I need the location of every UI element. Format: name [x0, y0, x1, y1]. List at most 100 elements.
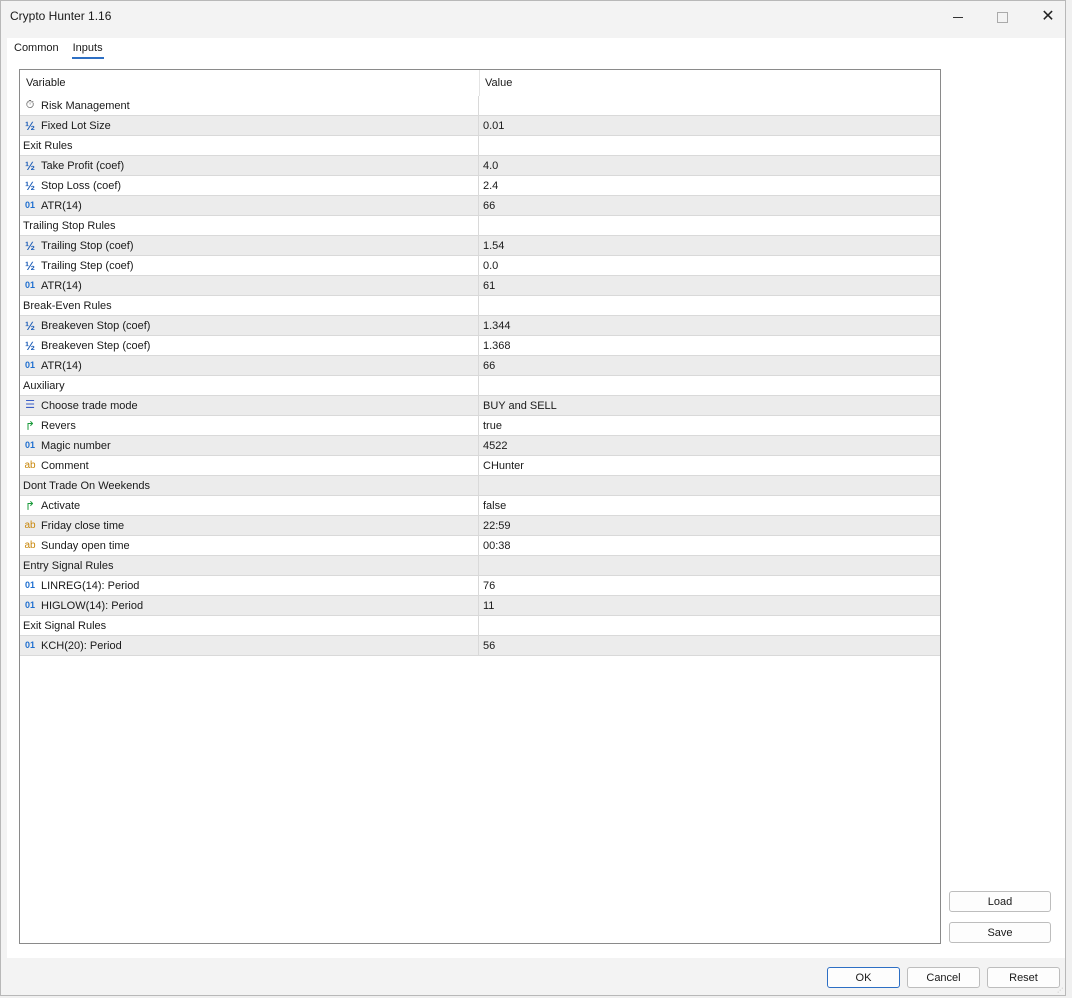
table-row[interactable]: ab Sunday open time 00:38	[20, 536, 940, 556]
value-cell[interactable]: false	[483, 496, 506, 515]
value-cell[interactable]: true	[483, 416, 502, 435]
save-button[interactable]: Save	[949, 922, 1051, 943]
tab-common[interactable]: Common	[13, 41, 60, 59]
variable-cell[interactable]: ↱ Activate	[20, 496, 479, 515]
fraction-icon: ½	[24, 178, 35, 193]
variable-cell[interactable]: ↱ Revers	[20, 416, 479, 435]
variable-cell[interactable]: ½ Stop Loss (coef)	[20, 176, 479, 195]
maximize-button[interactable]	[979, 1, 1025, 33]
table-row[interactable]: ☰ Choose trade mode BUY and SELL	[20, 396, 940, 416]
table-row[interactable]: 01 Magic number 4522	[20, 436, 940, 456]
table-row[interactable]: ½ Trailing Stop (coef) 1.54	[20, 236, 940, 256]
variable-cell[interactable]: Entry Signal Rules	[20, 556, 479, 575]
value-cell[interactable]: 4.0	[483, 156, 498, 175]
value-cell[interactable]: CHunter	[483, 456, 524, 475]
variable-cell[interactable]: ½ Breakeven Step (coef)	[20, 336, 479, 355]
bool-icon: ↱	[24, 418, 36, 433]
column-header-value[interactable]: Value	[485, 77, 512, 89]
table-row[interactable]: 01 ATR(14) 66	[20, 196, 940, 216]
reset-button[interactable]: Reset	[987, 967, 1060, 988]
table-row[interactable]: ⏱ Risk Management	[20, 96, 940, 116]
column-header-variable[interactable]: Variable	[26, 77, 66, 89]
variable-cell[interactable]: Auxiliary	[20, 376, 479, 395]
value-cell[interactable]: 2.4	[483, 176, 498, 195]
group-row[interactable]: Dont Trade On Weekends	[20, 476, 940, 496]
variable-cell[interactable]: Exit Rules	[20, 136, 479, 155]
variable-cell[interactable]: Dont Trade On Weekends	[20, 476, 479, 495]
table-row[interactable]: ½ Fixed Lot Size 0.01	[20, 116, 940, 136]
table-row[interactable]: 01 ATR(14) 61	[20, 276, 940, 296]
variable-cell[interactable]: ½ Take Profit (coef)	[20, 156, 479, 175]
variable-cell[interactable]: 01 HIGLOW(14): Period	[20, 596, 479, 615]
variable-cell[interactable]: 01 ATR(14)	[20, 196, 479, 215]
table-row[interactable]: ½ Take Profit (coef) 4.0	[20, 156, 940, 176]
table-row[interactable]: ↱ Activate false	[20, 496, 940, 516]
variable-label: Trailing Stop Rules	[23, 219, 116, 232]
variable-cell[interactable]: ½ Trailing Step (coef)	[20, 256, 479, 275]
value-cell[interactable]: 1.368	[483, 336, 511, 355]
table-row[interactable]: ½ Breakeven Stop (coef) 1.344	[20, 316, 940, 336]
value-cell[interactable]: 1.54	[483, 236, 504, 255]
value-cell[interactable]: 4522	[483, 436, 507, 455]
variable-label: ATR(14)	[41, 279, 82, 292]
group-row[interactable]: Entry Signal Rules	[20, 556, 940, 576]
table-row[interactable]: ½ Breakeven Step (coef) 1.368	[20, 336, 940, 356]
value-cell[interactable]: 61	[483, 276, 495, 295]
close-button[interactable]: ✕	[1025, 1, 1071, 33]
tab-inputs[interactable]: Inputs	[71, 41, 104, 59]
resize-grip-icon[interactable]: ⋰	[1057, 987, 1065, 995]
variable-cell[interactable]: Trailing Stop Rules	[20, 216, 479, 235]
value-cell[interactable]: 0.01	[483, 116, 504, 135]
table-row[interactable]: 01 LINREG(14): Period 76	[20, 576, 940, 596]
cancel-button[interactable]: Cancel	[907, 967, 980, 988]
integer-icon: 01	[24, 200, 35, 210]
value-cell[interactable]: 76	[483, 576, 495, 595]
table-row[interactable]: ½ Trailing Step (coef) 0.0	[20, 256, 940, 276]
variable-cell[interactable]: ab Friday close time	[20, 516, 479, 535]
group-row[interactable]: Exit Rules	[20, 136, 940, 156]
variable-cell[interactable]: 01 LINREG(14): Period	[20, 576, 479, 595]
title-bar[interactable]: Crypto Hunter 1.16 ✕	[1, 1, 1065, 33]
variable-cell[interactable]: ½ Trailing Stop (coef)	[20, 236, 479, 255]
variable-cell[interactable]: ½ Breakeven Stop (coef)	[20, 316, 479, 335]
variable-cell[interactable]: ½ Fixed Lot Size	[20, 116, 479, 135]
value-cell[interactable]: 22:59	[483, 516, 511, 535]
minimize-button[interactable]	[935, 1, 981, 33]
variable-cell[interactable]: 01 KCH(20): Period	[20, 636, 479, 655]
variable-cell[interactable]: ⏱ Risk Management	[20, 96, 479, 115]
variable-cell[interactable]: Exit Signal Rules	[20, 616, 479, 635]
value-cell[interactable]: 66	[483, 196, 495, 215]
value-cell[interactable]: 66	[483, 356, 495, 375]
group-row[interactable]: Trailing Stop Rules	[20, 216, 940, 236]
value-cell[interactable]: 56	[483, 636, 495, 655]
variable-cell[interactable]: ☰ Choose trade mode	[20, 396, 479, 415]
variable-cell[interactable]: Break-Even Rules	[20, 296, 479, 315]
group-row[interactable]: Break-Even Rules	[20, 296, 940, 316]
table-row[interactable]: ab Comment CHunter	[20, 456, 940, 476]
table-row[interactable]: 01 KCH(20): Period 56	[20, 636, 940, 656]
variable-label: Exit Signal Rules	[23, 619, 107, 632]
variable-label: Dont Trade On Weekends	[23, 479, 150, 492]
variable-cell[interactable]: 01 ATR(14)	[20, 276, 479, 295]
value-cell[interactable]: 00:38	[483, 536, 511, 555]
column-divider[interactable]	[479, 70, 480, 96]
variable-cell[interactable]: 01 ATR(14)	[20, 356, 479, 375]
table-row[interactable]: ab Friday close time 22:59	[20, 516, 940, 536]
value-cell[interactable]: 0.0	[483, 256, 498, 275]
table-row[interactable]: 01 HIGLOW(14): Period 11	[20, 596, 940, 616]
value-cell[interactable]: 1.344	[483, 316, 511, 335]
value-cell[interactable]: 11	[483, 596, 494, 615]
table-row[interactable]: ↱ Revers true	[20, 416, 940, 436]
variable-label: Trailing Stop (coef)	[41, 239, 134, 252]
load-button[interactable]: Load	[949, 891, 1051, 912]
table-row[interactable]: 01 ATR(14) 66	[20, 356, 940, 376]
group-row[interactable]: Exit Signal Rules	[20, 616, 940, 636]
variable-cell[interactable]: ab Sunday open time	[20, 536, 479, 555]
ok-button[interactable]: OK	[827, 967, 900, 988]
table-row[interactable]: ½ Stop Loss (coef) 2.4	[20, 176, 940, 196]
group-row[interactable]: Auxiliary	[20, 376, 940, 396]
variable-cell[interactable]: 01 Magic number	[20, 436, 479, 455]
variable-cell[interactable]: ab Comment	[20, 456, 479, 475]
value-cell[interactable]: BUY and SELL	[483, 396, 557, 415]
maximize-icon	[996, 11, 1008, 23]
